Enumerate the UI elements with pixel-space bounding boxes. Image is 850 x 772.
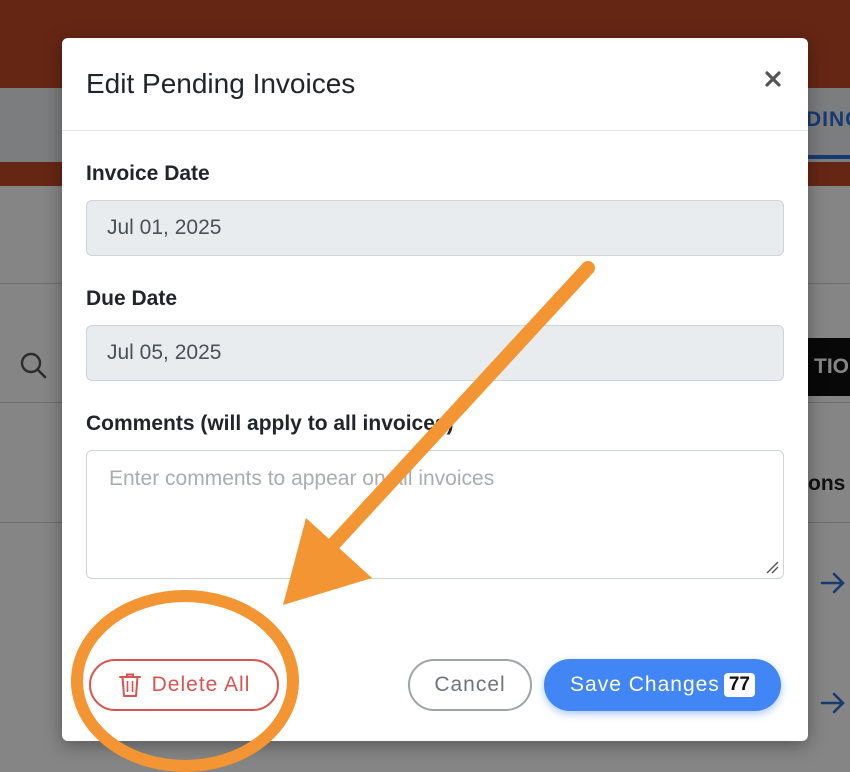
comments-placeholder: Enter comments to appear on all invoices [109, 467, 495, 490]
close-button[interactable] [758, 64, 788, 94]
due-date-label: Due Date [86, 287, 178, 310]
comments-textarea[interactable]: Enter comments to appear on all invoices [86, 450, 784, 579]
modal-header: Edit Pending Invoices [62, 38, 808, 131]
cancel-button[interactable]: Cancel [408, 659, 532, 711]
save-changes-button[interactable]: Save Changes 77 [544, 659, 781, 711]
selected-count-badge: 77 [723, 673, 755, 697]
cancel-label: Cancel [434, 673, 506, 696]
edit-pending-invoices-modal: Edit Pending Invoices Invoice Date Jul 0… [62, 38, 808, 741]
trash-icon [118, 673, 141, 697]
delete-all-label: Delete All [151, 673, 251, 696]
delete-all-button[interactable]: Delete All [89, 659, 279, 711]
comments-label: Comments (will apply to all invoices) [86, 412, 454, 435]
due-date-field[interactable]: Jul 05, 2025 [86, 325, 784, 381]
save-changes-label: Save Changes [570, 673, 720, 696]
invoice-date-label: Invoice Date [86, 162, 210, 185]
resize-handle-icon[interactable] [765, 560, 779, 574]
close-icon [765, 71, 781, 87]
invoice-date-field[interactable]: Jul 01, 2025 [86, 200, 784, 256]
modal-title: Edit Pending Invoices [86, 68, 356, 99]
